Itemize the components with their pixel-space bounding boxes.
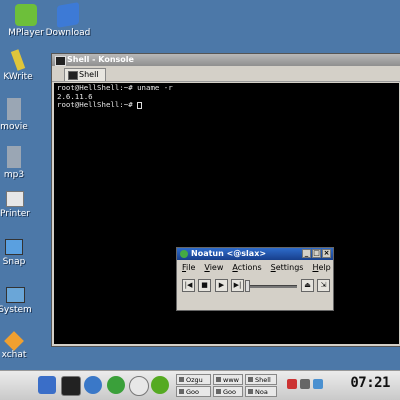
seek-slider-handle[interactable]: [245, 280, 250, 292]
menu-actions-rest: ctions: [237, 263, 262, 272]
stop-button[interactable]: ■: [198, 279, 211, 292]
noatun-titlebar[interactable]: Noatun <@slax> _ □ ×: [177, 248, 333, 260]
media-player-icon[interactable]: [107, 376, 125, 394]
terminal-prompt-line: root@HellShell:~#: [57, 100, 396, 110]
minimize-button[interactable]: _: [302, 249, 311, 258]
mplayer-label: MPlayer: [8, 28, 44, 38]
clock[interactable]: 07:21: [350, 375, 390, 391]
terminal-line: root@HellShell:~# uname -r: [57, 83, 173, 92]
terminal-icon: [55, 56, 66, 66]
gimp-icon[interactable]: [129, 376, 149, 396]
tab-shell-label: Shell: [79, 70, 99, 79]
task-label: Goo: [223, 388, 236, 396]
keyboard-layout-icon[interactable]: [287, 379, 297, 389]
loop-button[interactable]: ⇲: [317, 279, 330, 292]
menu-file-rest: ile: [186, 263, 196, 272]
volume-icon[interactable]: [313, 379, 323, 389]
menu-help-rest: elp: [318, 263, 331, 272]
xchat-icon: [4, 331, 24, 351]
snap-label: Snap: [2, 257, 26, 267]
menu-help[interactable]: Help: [312, 261, 330, 274]
movie-label: movie: [0, 122, 28, 132]
task-www[interactable]: www: [213, 374, 243, 385]
task-label: Ozgu: [186, 376, 203, 384]
noatun-window[interactable]: Noatun <@slax> _ □ × File View Actions S…: [176, 247, 334, 311]
terminal-cursor: [137, 101, 143, 109]
xchat-desktop-icon[interactable]: xchat: [0, 331, 38, 360]
snapshot-icon: [5, 239, 23, 255]
printer-icon: [6, 191, 24, 207]
task-label: Shell: [255, 376, 271, 384]
menu-actions[interactable]: Actions: [232, 261, 261, 274]
kwrite-desktop-icon[interactable]: KWrite: [0, 49, 42, 82]
system-label: System: [0, 305, 32, 315]
menu-settings-rest: ettings: [275, 263, 304, 272]
menu-view-rest: iew: [209, 263, 224, 272]
task-noatun[interactable]: Noa: [245, 386, 277, 397]
browser-icon[interactable]: [84, 376, 102, 394]
download-icon: [57, 2, 79, 28]
printer-label: Printer: [0, 209, 30, 219]
kde-menu-icon[interactable]: [38, 376, 56, 394]
terminal-tab-icon: [68, 71, 78, 80]
task-label: Goo: [186, 388, 199, 396]
menu-file[interactable]: File: [182, 261, 195, 274]
close-button[interactable]: ×: [322, 249, 331, 258]
kwrite-label: KWrite: [3, 72, 33, 82]
menu-settings[interactable]: Settings: [271, 261, 304, 274]
kwrite-icon: [10, 49, 26, 71]
mp3-desktop-icon[interactable]: mp3: [0, 146, 38, 180]
next-button[interactable]: ▶|: [231, 279, 244, 292]
seek-slider-track[interactable]: [249, 285, 297, 288]
mplayer-icon: [15, 4, 37, 26]
window-buttons: _ □ ×: [302, 249, 331, 258]
terminal-prompt: root@HellShell:~#: [57, 100, 138, 110]
movie-desktop-icon[interactable]: movie: [0, 98, 38, 132]
download-label: Download: [45, 28, 91, 38]
task-label: www: [223, 376, 239, 384]
menu-view[interactable]: View: [204, 261, 223, 274]
terminal-launcher-icon[interactable]: [61, 376, 81, 396]
mplayer-desktop-icon[interactable]: MPlayer: [2, 4, 50, 38]
task-ozgur[interactable]: Ozgu: [176, 374, 211, 385]
player-controls: |◀ ■ ▶ ▶| ⏏ ⇲: [181, 279, 330, 295]
snap-desktop-icon[interactable]: Snap: [0, 239, 38, 267]
konsole-tabbar: Shell: [52, 67, 400, 82]
download-desktop-icon[interactable]: Download: [44, 2, 92, 38]
play-button[interactable]: ▶: [215, 279, 228, 292]
eject-button[interactable]: ⏏: [301, 279, 314, 292]
system-desktop-icon[interactable]: System: [0, 287, 39, 315]
task-google[interactable]: Goo: [176, 386, 211, 397]
system-icon: [5, 287, 25, 303]
taskbar: Ozgu www Shell Goo Goo Noa 07:21: [0, 370, 400, 400]
movie-folder-icon: [7, 98, 21, 120]
printer-desktop-icon[interactable]: Printer: [0, 191, 39, 219]
mixer-icon[interactable]: [300, 379, 310, 389]
task-label: Noa: [255, 388, 268, 396]
noatun-app-icon: [180, 250, 188, 258]
mp3-label: mp3: [3, 170, 25, 180]
tab-shell[interactable]: Shell: [64, 68, 106, 81]
task-shell[interactable]: Shell: [245, 374, 277, 385]
xchat-label: xchat: [1, 350, 27, 360]
previous-button[interactable]: |◀: [182, 279, 195, 292]
maximize-button[interactable]: □: [312, 249, 321, 258]
konsole-title: Shell - Konsole: [67, 55, 134, 64]
noatun-title: Noatun <@slax>: [191, 249, 267, 258]
noatun-menubar: File View Actions Settings Help: [177, 261, 333, 274]
mp3-folder-icon: [7, 146, 21, 168]
task-google-2[interactable]: Goo: [213, 386, 243, 397]
konsole-titlebar[interactable]: Shell - Konsole: [52, 54, 400, 66]
icq-icon[interactable]: [151, 376, 169, 394]
